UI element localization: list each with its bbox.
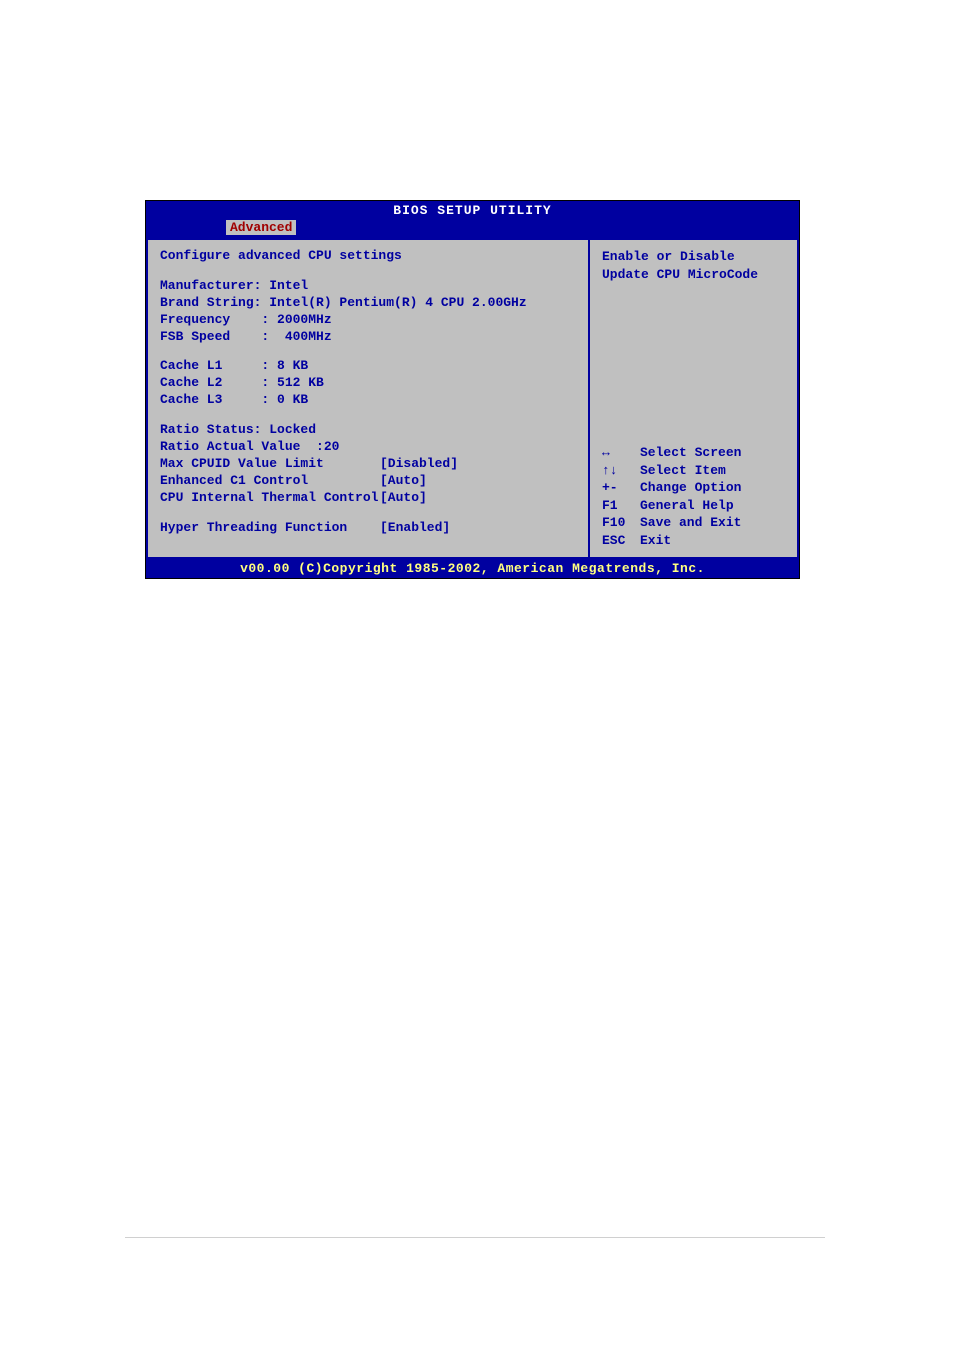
setting-row[interactable]: Enhanced C1 Control [Auto]: [160, 473, 576, 490]
nav-row: ↑↓Select Item: [602, 462, 785, 480]
setting-label: Max CPUID Value Limit: [160, 456, 380, 473]
nav-key-f10: F10: [602, 514, 640, 532]
nav-hints: ↔Select Screen ↑↓Select Item +-Change Op…: [602, 364, 785, 549]
cache-l3-line: Cache L3 : 0 KB: [160, 392, 576, 409]
nav-key-arrows-lr: ↔: [602, 444, 640, 462]
manufacturer-line: Manufacturer: Intel: [160, 278, 576, 295]
cache-l2-line: Cache L2 : 512 KB: [160, 375, 576, 392]
cache-l1-line: Cache L1 : 8 KB: [160, 358, 576, 375]
nav-desc: Save and Exit: [640, 515, 741, 530]
nav-row: F1General Help: [602, 497, 785, 515]
nav-desc: Select Screen: [640, 445, 741, 460]
ratio-status-line: Ratio Status: Locked: [160, 422, 576, 439]
nav-row: ↔Select Screen: [602, 444, 785, 462]
nav-row: F10Save and Exit: [602, 514, 785, 532]
nav-desc: Change Option: [640, 480, 741, 495]
nav-desc: General Help: [640, 498, 734, 513]
nav-key-arrows-ud: ↑↓: [602, 462, 640, 480]
title-bar: BIOS SETUP UTILITY: [146, 201, 799, 220]
setting-row[interactable]: CPU Internal Thermal Control [Auto]: [160, 490, 576, 507]
right-help-panel: Enable or Disable Update CPU MicroCode ↔…: [589, 238, 799, 559]
footer-bar: v00.00 (C)Copyright 1985-2002, American …: [146, 559, 799, 578]
setting-row[interactable]: Max CPUID Value Limit [Disabled]: [160, 456, 576, 473]
nav-desc: Exit: [640, 533, 671, 548]
ratio-actual-line: Ratio Actual Value :20: [160, 439, 576, 456]
bios-window: BIOS SETUP UTILITY Advanced Configure ad…: [145, 200, 800, 579]
help-line: Update CPU MicroCode: [602, 266, 785, 284]
tab-bar: Advanced: [146, 220, 799, 236]
setting-value[interactable]: [Auto]: [380, 490, 427, 507]
page-footer-divider: [125, 1237, 825, 1238]
setting-label: Hyper Threading Function: [160, 520, 380, 537]
left-panel: Configure advanced CPU settings Manufact…: [146, 238, 589, 559]
setting-label: Enhanced C1 Control: [160, 473, 380, 490]
setting-row[interactable]: Hyper Threading Function [Enabled]: [160, 520, 576, 537]
nav-key-esc: ESC: [602, 532, 640, 550]
fsb-line: FSB Speed : 400MHz: [160, 329, 576, 346]
brand-line: Brand String: Intel(R) Pentium(R) 4 CPU …: [160, 295, 576, 312]
content-area: Configure advanced CPU settings Manufact…: [146, 236, 799, 559]
nav-row: +-Change Option: [602, 479, 785, 497]
section-header: Configure advanced CPU settings: [160, 248, 576, 265]
nav-key-f1: F1: [602, 497, 640, 515]
nav-desc: Select Item: [640, 463, 726, 478]
help-text: Enable or Disable Update CPU MicroCode: [602, 248, 785, 283]
setting-value[interactable]: [Disabled]: [380, 456, 458, 473]
setting-value[interactable]: [Auto]: [380, 473, 427, 490]
frequency-line: Frequency : 2000MHz: [160, 312, 576, 329]
nav-row: ESCExit: [602, 532, 785, 550]
setting-label: CPU Internal Thermal Control: [160, 490, 380, 507]
nav-key-plus-minus: +-: [602, 479, 640, 497]
tab-advanced[interactable]: Advanced: [226, 220, 296, 235]
help-line: Enable or Disable: [602, 248, 785, 266]
setting-value[interactable]: [Enabled]: [380, 520, 450, 537]
